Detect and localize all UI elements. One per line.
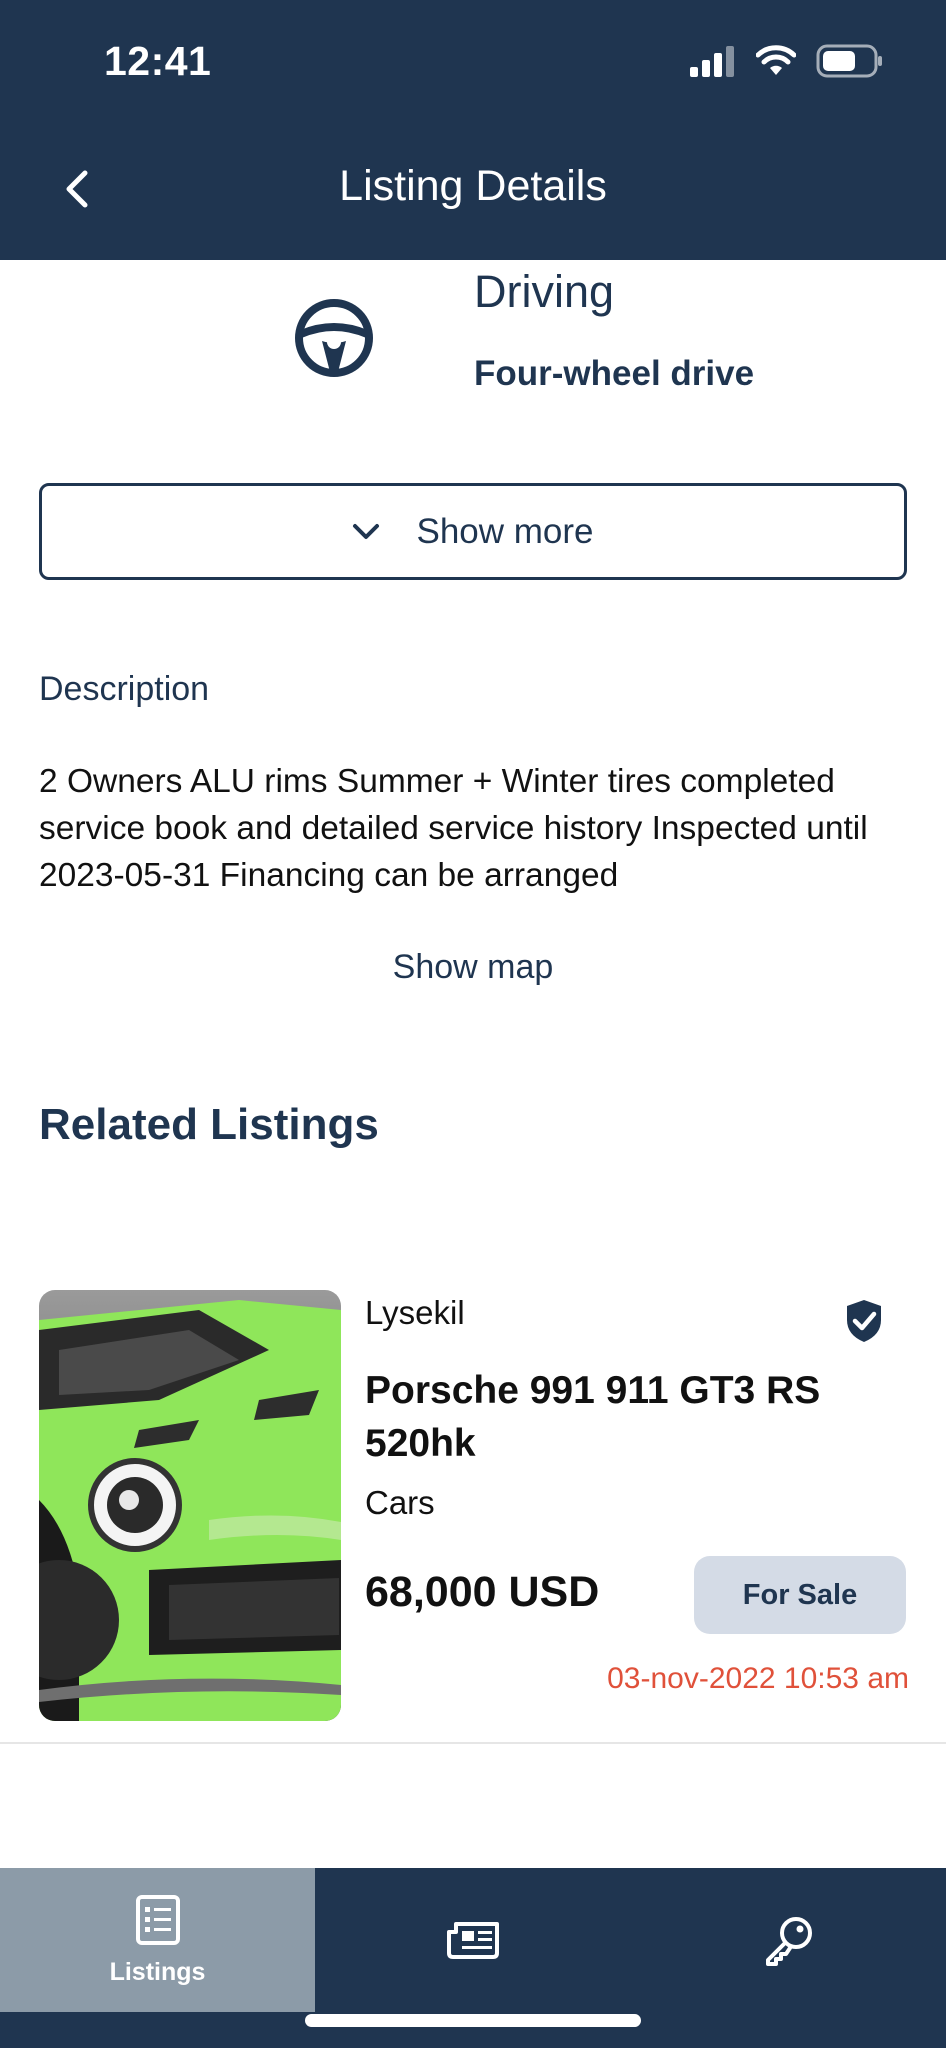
listing-title[interactable]: Porsche 991 911 GT3 RS 520hk	[365, 1364, 885, 1470]
spec-value: Four-wheel drive	[474, 354, 755, 393]
navigation-bar: Listing Details	[0, 120, 946, 260]
show-more-button[interactable]: Show more	[39, 483, 907, 580]
description-text: 2 Owners ALU rims Summer + Winter tires …	[39, 763, 868, 894]
news-icon	[447, 1922, 499, 1959]
listing-date: 03-nov-2022 10:53 am	[607, 1662, 909, 1695]
verified-shield-icon	[847, 1300, 881, 1342]
cellular-signal-icon	[690, 46, 734, 77]
battery-icon	[816, 44, 882, 78]
steering-wheel-icon	[295, 299, 373, 377]
listings-icon	[135, 1894, 180, 1945]
spec-label: Driving	[474, 266, 615, 317]
status-icons	[688, 44, 884, 78]
show-map-link[interactable]: Show map	[0, 948, 946, 987]
related-listing-card[interactable]: Lysekil Porsche 991 911 GT3 RS 520hk Car…	[0, 1288, 946, 1744]
tab-listings[interactable]: Listings	[0, 1868, 315, 2012]
tab-key[interactable]	[631, 1868, 946, 2012]
status-time: 12:41	[104, 38, 212, 84]
listing-category: Cars	[365, 1484, 435, 1521]
description-heading: Description	[39, 670, 210, 708]
chevron-down-icon	[353, 523, 380, 539]
key-icon	[765, 1917, 812, 1966]
wifi-icon	[756, 45, 796, 75]
related-listings-heading: Related Listings	[39, 1100, 379, 1149]
tab-news[interactable]	[315, 1868, 631, 2012]
listing-location: Lysekil	[365, 1294, 465, 1331]
listing-price: 68,000 USD	[365, 1568, 600, 1616]
tab-listings-label: Listings	[109, 1957, 206, 1986]
status-bar: 12:41	[0, 0, 946, 120]
listing-thumbnail[interactable]	[39, 1290, 341, 1721]
spec-row-driving: Driving Four-wheel drive	[0, 260, 946, 410]
page-title: Listing Details	[339, 162, 607, 210]
show-more-label: Show more	[416, 511, 594, 551]
home-indicator	[305, 2014, 641, 2027]
status-badge: For Sale	[694, 1556, 906, 1634]
